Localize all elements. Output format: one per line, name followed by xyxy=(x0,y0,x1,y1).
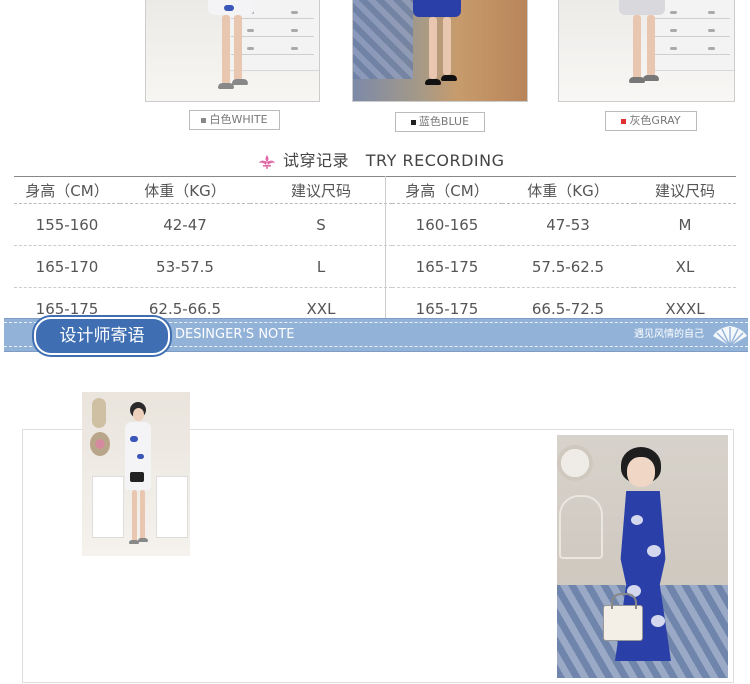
model-photo-white xyxy=(82,392,190,556)
try-recording-heading: 试穿记录 TRY RECORDING xyxy=(0,150,750,172)
try-recording-title: 试穿记录 TRY RECORDING xyxy=(283,151,505,170)
size-chart-table: 身高（CM） 体重（KG） 建议尺码 身高（CM） 体重（KG） 建议尺码 15… xyxy=(14,176,736,329)
header-weight: 体重（KG） xyxy=(120,176,250,204)
cell-height: 165-175 xyxy=(392,245,502,288)
fleur-de-lis-icon xyxy=(259,155,275,169)
designer-note-pill: 设计师寄语 xyxy=(34,317,170,355)
color-dot xyxy=(201,117,207,123)
product-photo-gray xyxy=(558,0,735,102)
cell-weight: 57.5-62.5 xyxy=(502,245,634,288)
designer-note-slogan: 遇见风情的自己 xyxy=(634,329,704,340)
header-height: 身高（CM） xyxy=(392,176,502,204)
header-weight: 体重（KG） xyxy=(502,176,634,204)
designer-note-banner: 设计师寄语 DESINGER'S NOTE 遇见风情的自己 xyxy=(4,317,748,355)
table-row: 155-160 42-47 S 160-165 47-53 M xyxy=(14,203,736,246)
color-dot xyxy=(621,118,627,124)
swatch-label: 蓝色BLUE xyxy=(418,115,470,128)
designer-note-label: DESINGER'S NOTE xyxy=(175,327,295,342)
product-photo-white xyxy=(145,0,320,102)
cell-height: 165-170 xyxy=(14,245,120,288)
cell-weight: 53-57.5 xyxy=(120,245,250,288)
cell-size: XL xyxy=(634,245,736,288)
swatch-white[interactable]: 白色WHITE xyxy=(189,110,280,130)
swatch-gray[interactable]: 灰色GRAY xyxy=(605,111,697,131)
color-dot xyxy=(410,119,416,125)
product-photo-blue xyxy=(352,0,528,102)
swatch-blue[interactable]: 蓝色BLUE xyxy=(395,112,485,132)
header-height: 身高（CM） xyxy=(14,176,120,204)
header-size: 建议尺码 xyxy=(250,176,392,204)
cell-size: M xyxy=(634,203,736,246)
cell-size: L xyxy=(250,245,392,288)
header-size: 建议尺码 xyxy=(634,176,736,204)
table-header-row: 身高（CM） 体重（KG） 建议尺码 身高（CM） 体重（KG） 建议尺码 xyxy=(14,176,736,204)
table-divider xyxy=(385,176,386,318)
cell-height: 155-160 xyxy=(14,203,120,246)
cell-weight: 42-47 xyxy=(120,203,250,246)
cell-weight: 47-53 xyxy=(502,203,634,246)
shell-icon xyxy=(713,326,747,347)
table-row: 165-170 53-57.5 L 165-175 57.5-62.5 XL xyxy=(14,245,736,288)
cell-height: 160-165 xyxy=(392,203,502,246)
swatch-label: 白色WHITE xyxy=(209,113,268,126)
cell-size: S xyxy=(250,203,392,246)
model-photo-blue xyxy=(557,435,728,678)
swatch-label: 灰色GRAY xyxy=(629,114,681,127)
